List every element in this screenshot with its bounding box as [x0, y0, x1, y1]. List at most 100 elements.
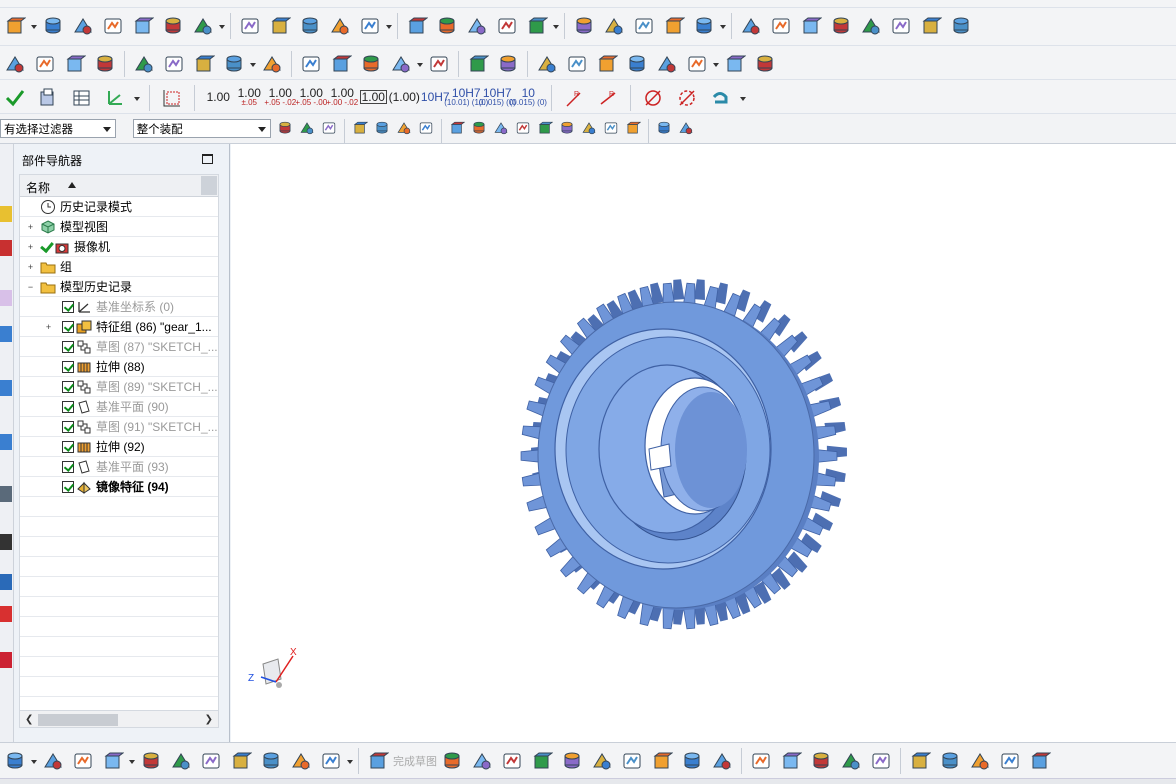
face-blend-icon[interactable] — [826, 11, 856, 41]
layer-icon[interactable] — [30, 49, 60, 79]
project-icon[interactable] — [965, 746, 995, 776]
graphics-window[interactable]: X Z — [231, 144, 1176, 742]
move-face-icon[interactable] — [129, 49, 159, 79]
tolerance-style-button[interactable]: (1.00) — [389, 82, 420, 112]
snap-icon[interactable] — [274, 117, 296, 139]
column-name[interactable]: 名称 — [26, 179, 50, 196]
visibility-checkbox[interactable] — [62, 301, 74, 313]
wave-linker-icon[interactable] — [286, 746, 316, 776]
system-scenes-icon[interactable] — [0, 606, 12, 622]
wave-icon[interactable] — [296, 49, 326, 79]
tree-row[interactable]: + 摄像机 — [20, 237, 218, 257]
sketch-icon[interactable] — [0, 11, 30, 41]
tolerance-style-button[interactable]: 10H7 (10.01) (10.) — [444, 82, 488, 112]
box-select-icon[interactable] — [371, 117, 393, 139]
fit-tolerance-icon[interactable] — [682, 49, 712, 79]
point-icon[interactable] — [349, 117, 371, 139]
stack-icon[interactable] — [60, 49, 90, 79]
part-family-icon[interactable] — [592, 49, 622, 79]
triangle-icon[interactable] — [493, 49, 523, 79]
blend-icon[interactable] — [355, 11, 385, 41]
studio-spline-icon[interactable] — [707, 746, 737, 776]
tree-row[interactable]: 拉伸 (92) — [20, 437, 218, 457]
dropdown-arrow[interactable] — [30, 746, 38, 776]
studio-surface-icon[interactable] — [689, 11, 719, 41]
tolerance-style-button[interactable]: 10H7 — [420, 82, 451, 112]
gear-model[interactable]: X Z — [231, 144, 1176, 742]
datum-csys-icon[interactable] — [0, 49, 30, 79]
constraint-navigator-icon[interactable] — [0, 240, 12, 256]
styled-blend-icon[interactable] — [916, 11, 946, 41]
tree-row[interactable]: 基准平面 (90) — [20, 397, 218, 417]
existing-point-icon[interactable] — [622, 117, 644, 139]
circle-icon[interactable] — [527, 746, 557, 776]
dropdown-arrow[interactable] — [30, 11, 38, 41]
point-on-curve-icon[interactable] — [600, 117, 622, 139]
text-icon[interactable] — [219, 49, 249, 79]
expand-icon[interactable]: + — [44, 323, 53, 332]
visibility-checkbox[interactable] — [62, 361, 74, 373]
component-icon[interactable] — [750, 49, 780, 79]
unite-icon[interactable] — [295, 11, 325, 41]
washer-icon[interactable] — [424, 49, 454, 79]
add-icon[interactable] — [562, 49, 592, 79]
arc-icon[interactable] — [497, 746, 527, 776]
quick-trim-icon[interactable] — [746, 746, 776, 776]
tangent-icon[interactable] — [490, 117, 512, 139]
vertical-scrollbar[interactable] — [201, 176, 217, 195]
make-corner-icon[interactable] — [806, 746, 836, 776]
tree-row[interactable]: − 模型历史记录 — [20, 277, 218, 297]
dropdown-arrow[interactable] — [385, 11, 393, 41]
tree-row[interactable]: + 特征组 (86) "gear_1... — [20, 317, 218, 337]
boss-icon[interactable] — [188, 11, 218, 41]
shaded-icon[interactable] — [415, 117, 437, 139]
visibility-checkbox[interactable] — [62, 381, 74, 393]
section-icon[interactable] — [766, 11, 796, 41]
tolerance-style-button[interactable]: 1.00 +.00 -.02 — [326, 82, 358, 112]
dimension-frame-icon[interactable] — [157, 83, 187, 113]
expand-icon[interactable]: + — [26, 263, 35, 272]
rectangle-icon[interactable] — [617, 746, 647, 776]
tolerance-style-button[interactable]: 10H7 (0.015) (0) — [479, 82, 516, 112]
spring-icon[interactable] — [386, 49, 416, 79]
dropdown-arrow[interactable] — [552, 11, 560, 41]
maximize-icon[interactable] — [202, 154, 213, 164]
finish-sketch-icon[interactable] — [363, 746, 393, 776]
collapse-icon[interactable]: − — [26, 283, 35, 292]
dimension-icon[interactable] — [1025, 746, 1055, 776]
mirror-curve-icon[interactable] — [905, 746, 935, 776]
polygon-icon[interactable] — [647, 746, 677, 776]
part-navigator-icon[interactable] — [0, 290, 12, 306]
assembly-navigator-icon[interactable] — [0, 206, 12, 222]
reuse-library-icon[interactable] — [0, 326, 12, 342]
emboss-icon[interactable] — [235, 11, 265, 41]
offset-face-icon[interactable] — [522, 11, 552, 41]
undo-arrow-icon[interactable] — [705, 83, 735, 113]
feature-table-icon[interactable] — [67, 83, 97, 113]
scroll-right-icon[interactable]: ❯ — [205, 714, 213, 725]
block-icon[interactable] — [98, 11, 128, 41]
quick-extend-icon[interactable] — [776, 746, 806, 776]
cylinder-icon[interactable] — [128, 11, 158, 41]
scroll-thumb[interactable] — [38, 714, 118, 726]
tolerance-style-button[interactable]: 1.00 +.05 -.02 — [264, 82, 296, 112]
history-icon[interactable] — [0, 434, 12, 450]
tree-row[interactable]: 基准坐标系 (0) — [20, 297, 218, 317]
roles-icon[interactable] — [0, 574, 12, 590]
profile-icon[interactable] — [437, 746, 467, 776]
assembly-icon[interactable] — [720, 49, 750, 79]
grid-icon[interactable] — [675, 117, 697, 139]
mirror-assembly-icon[interactable] — [196, 746, 226, 776]
assembly-icon[interactable] — [38, 746, 68, 776]
explode-icon[interactable] — [226, 746, 256, 776]
visibility-checkbox[interactable] — [62, 421, 74, 433]
palette-icon[interactable] — [0, 652, 12, 668]
select-icon[interactable] — [296, 117, 318, 139]
dropdown-arrow[interactable] — [739, 83, 747, 113]
dropdown-arrow[interactable] — [346, 746, 354, 776]
tolerance-style-button[interactable]: 10 (0.015) (0) — [510, 82, 547, 112]
radius-dim-icon[interactable]: R — [593, 83, 623, 113]
visibility-checkbox[interactable] — [62, 321, 74, 333]
label-icon[interactable] — [90, 49, 120, 79]
add-component-icon[interactable] — [98, 746, 128, 776]
